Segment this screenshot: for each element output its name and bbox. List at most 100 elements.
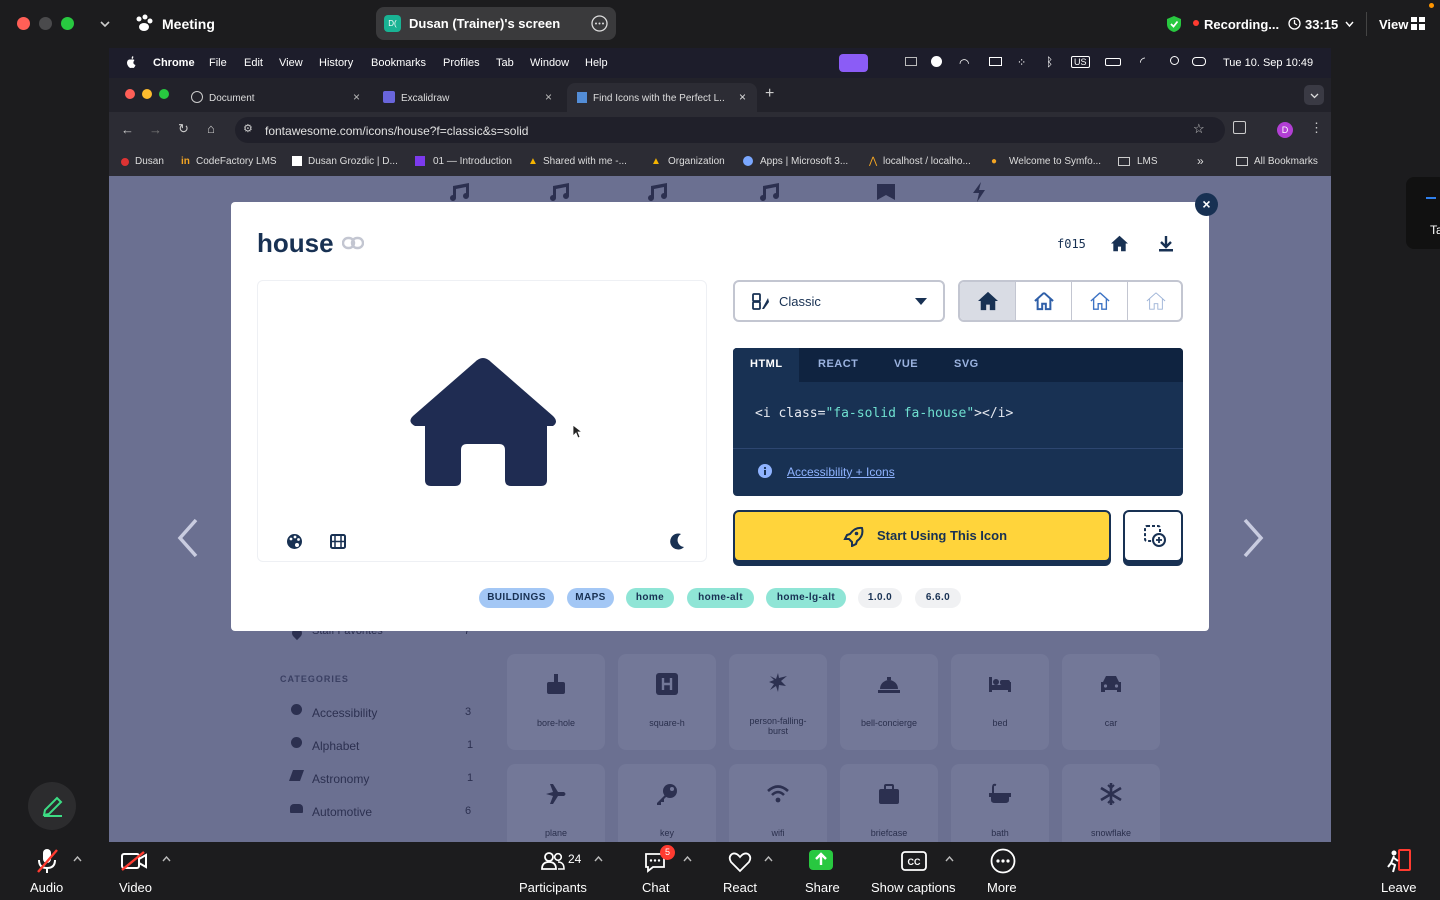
tag-version[interactable]: 6.6.0 <box>915 588 961 608</box>
menu-bookmarks[interactable]: Bookmarks <box>371 57 426 69</box>
tab-vue[interactable]: VUE <box>894 358 918 370</box>
chevron-down-icon[interactable] <box>99 18 111 30</box>
share-screen-pill[interactable]: D( Dusan (Trainer)'s screen <box>376 7 616 40</box>
react-button[interactable]: React <box>720 842 764 900</box>
reload-icon[interactable]: ↻ <box>178 121 189 137</box>
icon-tile[interactable]: briefcase <box>840 764 938 842</box>
next-icon-chevron[interactable] <box>1241 518 1265 558</box>
icon-tile[interactable]: bell-concierge <box>840 654 938 750</box>
chevron-up-icon[interactable] <box>162 856 171 862</box>
more-button[interactable]: More <box>982 842 1026 900</box>
chrome-close-button[interactable] <box>125 89 135 99</box>
link-icon[interactable] <box>342 236 364 250</box>
tab-html[interactable]: HTML <box>750 358 783 370</box>
chrome-maximize-button[interactable] <box>159 89 169 99</box>
headphones-icon[interactable]: ◠ <box>959 56 969 70</box>
tag-category[interactable]: BUILDINGS <box>479 588 554 608</box>
chat-button[interactable]: 5 Chat <box>636 842 680 900</box>
display-icon[interactable] <box>905 57 917 66</box>
tab-close-icon[interactable]: × <box>739 90 746 104</box>
icon-tile[interactable]: bed <box>951 654 1049 750</box>
spotlight-search-icon[interactable] <box>1170 56 1179 65</box>
menu-tab[interactable]: Tab <box>496 57 514 69</box>
chevron-up-icon[interactable] <box>594 856 603 862</box>
bookmark-item[interactable]: 01 — Introduction <box>433 156 512 167</box>
bookmark-item[interactable]: localhost / localho... <box>883 156 971 167</box>
view-button[interactable]: View <box>1379 17 1408 32</box>
menu-view[interactable]: View <box>279 57 303 69</box>
menu-window[interactable]: Window <box>530 57 569 69</box>
chevron-up-icon[interactable] <box>764 856 773 862</box>
bluetooth-icon[interactable]: ᛒ <box>1046 55 1053 69</box>
bookmark-item[interactable]: Welcome to Symfo... <box>1009 156 1101 167</box>
accessibility-link[interactable]: Accessibility + Icons <box>787 465 895 479</box>
battery-icon[interactable] <box>1105 58 1121 66</box>
menu-edit[interactable]: Edit <box>244 57 263 69</box>
tag-category[interactable]: MAPS <box>567 588 614 608</box>
video-button[interactable]: Video <box>112 842 162 900</box>
extensions-puzzle-icon[interactable] <box>1233 121 1246 134</box>
add-to-kit-button[interactable] <box>1123 510 1183 562</box>
chevron-down-icon[interactable] <box>1345 21 1354 28</box>
browser-tab[interactable]: Document × <box>181 83 371 112</box>
palette-icon[interactable] <box>286 533 303 550</box>
icon-tile[interactable]: car <box>1062 654 1160 750</box>
grammarly-icon[interactable] <box>931 56 942 67</box>
input-source-indicator[interactable]: US <box>1071 56 1090 68</box>
code-snippet[interactable]: <i class="fa-solid fa-house"></i> <box>755 406 1013 421</box>
monitor-icon[interactable] <box>989 57 1002 66</box>
audio-button[interactable]: Audio <box>22 842 72 900</box>
film-icon[interactable] <box>330 534 346 549</box>
tab-svg[interactable]: SVG <box>954 358 979 370</box>
bookmark-item[interactable]: Organization <box>668 156 725 167</box>
dots-icon[interactable]: ⁘ <box>1017 56 1026 69</box>
menu-help[interactable]: Help <box>585 57 608 69</box>
bookmark-item[interactable]: CodeFactory LMS <box>196 156 277 167</box>
category-alphabet[interactable]: Alphabet <box>312 739 359 753</box>
apple-logo-icon[interactable] <box>125 55 137 69</box>
tab-search-button[interactable] <box>1304 85 1324 105</box>
icon-tile[interactable]: snowflake <box>1062 764 1160 842</box>
unicode-value[interactable]: f015 <box>1057 237 1086 251</box>
house-icon[interactable] <box>1110 235 1129 252</box>
all-bookmarks[interactable]: All Bookmarks <box>1254 156 1318 167</box>
modal-close-button[interactable]: × <box>1195 193 1218 216</box>
variant-thin[interactable] <box>1128 282 1181 320</box>
icon-tile[interactable]: key <box>618 764 716 842</box>
bookmark-star-icon[interactable]: ☆ <box>1193 121 1205 137</box>
zoom-window-button[interactable] <box>61 17 74 30</box>
category-astronomy[interactable]: Astronomy <box>312 772 369 786</box>
category-accessibility[interactable]: Accessibility <box>312 706 377 720</box>
icon-tile[interactable]: wifi <box>729 764 827 842</box>
more-bookmarks-icon[interactable]: » <box>1197 154 1204 168</box>
moon-icon[interactable] <box>670 533 685 550</box>
previous-icon-chevron[interactable] <box>176 518 200 558</box>
recording-status[interactable]: Recording... 33:15 <box>1160 9 1360 39</box>
tab-close-icon[interactable]: × <box>353 90 360 104</box>
chrome-minimize-button[interactable] <box>142 89 152 99</box>
chevron-up-icon[interactable] <box>73 856 82 862</box>
tag-version[interactable]: 1.0.0 <box>858 588 902 608</box>
bookmark-item[interactable]: Dusan <box>135 156 164 167</box>
url-text[interactable]: fontawesome.com/icons/house?f=classic&s=… <box>265 124 528 138</box>
bookmark-folder[interactable]: LMS <box>1137 156 1158 167</box>
icon-tile[interactable]: bath <box>951 764 1049 842</box>
menu-history[interactable]: History <box>319 57 353 69</box>
screen-share-status-icon[interactable] <box>839 54 868 72</box>
wifi-icon[interactable]: ◜ <box>1140 54 1145 70</box>
category-automotive[interactable]: Automotive <box>312 805 372 819</box>
menu-app-chrome[interactable]: Chrome <box>153 57 195 69</box>
captions-button[interactable]: CC Show captions <box>868 842 958 900</box>
browser-tab-active[interactable]: Find Icons with the Perfect L... × <box>567 83 757 112</box>
bookmark-item[interactable]: Shared with me -... <box>543 156 627 167</box>
menubar-clock[interactable]: Tue 10. Sep 10:49 <box>1223 57 1313 69</box>
icon-tile[interactable]: bore-hole <box>507 654 605 750</box>
icon-tile[interactable]: square-h <box>618 654 716 750</box>
kebab-menu-icon[interactable]: ⋮ <box>1310 120 1323 136</box>
address-bar[interactable]: ⚙ fontawesome.com/icons/house?f=classic&… <box>235 117 1225 143</box>
tab-react[interactable]: REACT <box>818 358 858 370</box>
variant-solid[interactable] <box>960 282 1016 320</box>
participants-button[interactable]: 24 Participants <box>515 842 595 900</box>
icon-tile[interactable]: plane <box>507 764 605 842</box>
menu-profiles[interactable]: Profiles <box>443 57 480 69</box>
